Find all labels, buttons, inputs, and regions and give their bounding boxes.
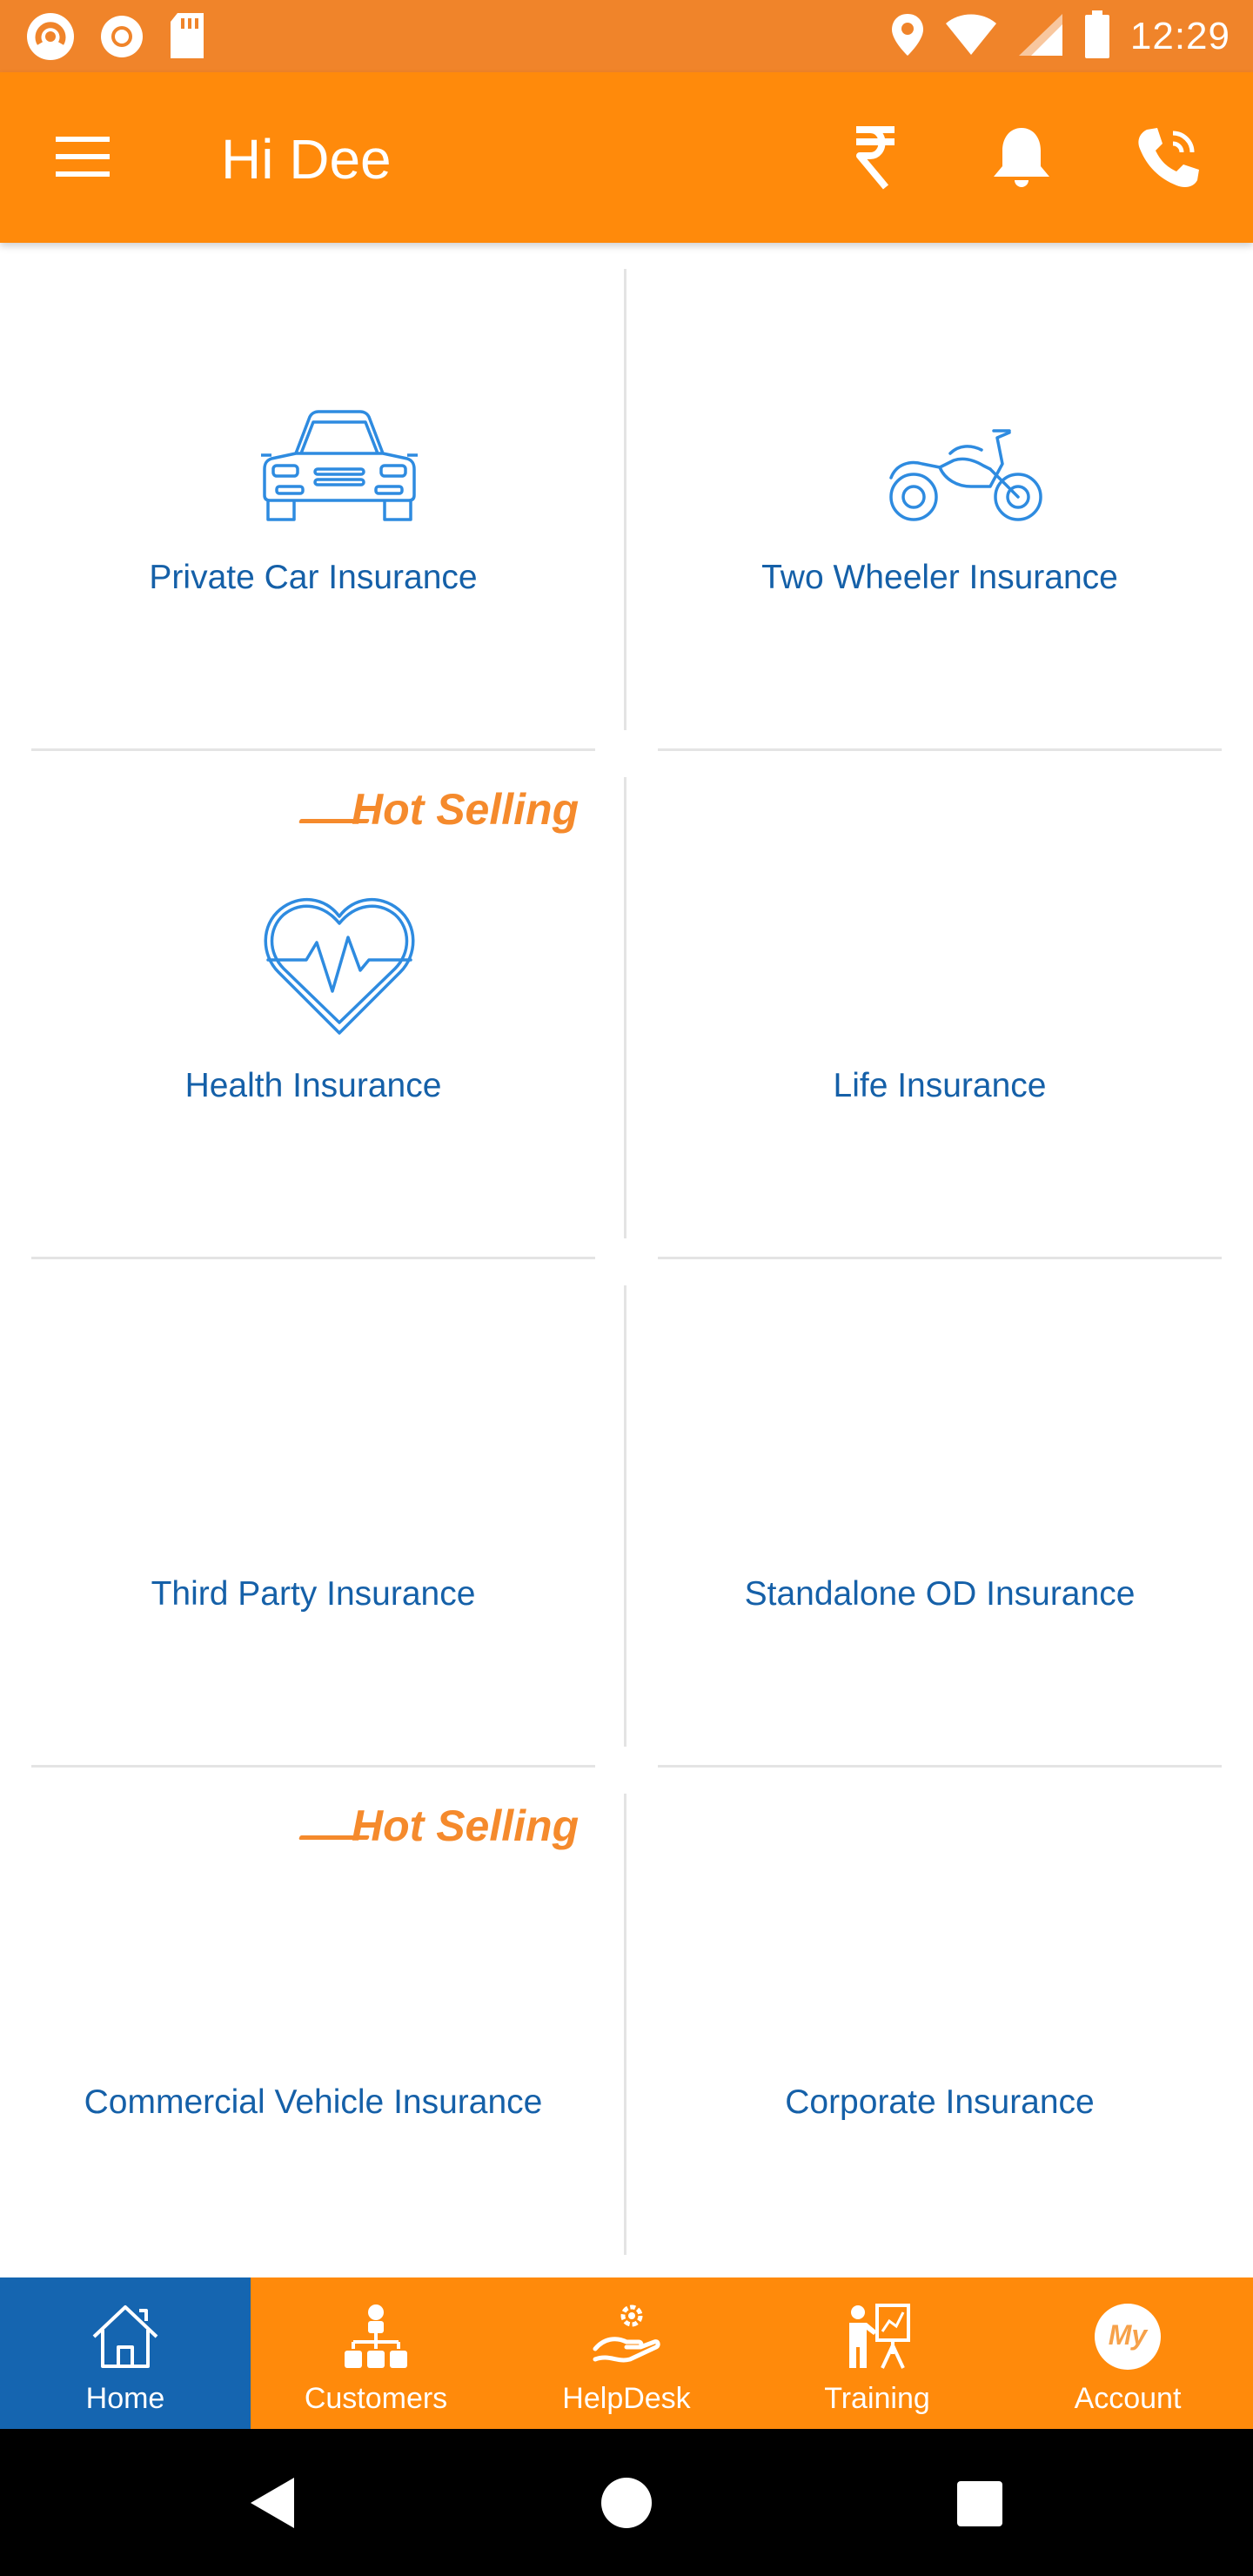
- nav-home[interactable]: Home: [0, 2277, 251, 2429]
- home-circle-icon[interactable]: [587, 2464, 666, 2542]
- hot-selling-badge: Hot Selling: [352, 785, 580, 834]
- tile-label: Health Insurance: [184, 1067, 442, 1104]
- account-badge-text: My: [1108, 2319, 1148, 2351]
- sd-card-icon: [167, 11, 207, 66]
- bell-icon[interactable]: [985, 121, 1058, 194]
- motorcycle-icon: [888, 426, 1044, 556]
- divider: [658, 748, 1222, 751]
- system-nav-bar: [0, 2429, 1253, 2576]
- divider: [31, 1765, 595, 1768]
- battery-icon: [1083, 10, 1111, 64]
- page-title: Hi Dee: [221, 128, 392, 191]
- car-icon: [261, 408, 418, 539]
- clock-time: 12:29: [1129, 15, 1230, 57]
- nav-training[interactable]: Training: [752, 2277, 1002, 2429]
- tile-label: Life Insurance: [833, 1067, 1047, 1104]
- hierarchy-icon: [341, 2302, 411, 2371]
- tile-third-party-insurance[interactable]: Third Party Insurance: [31, 1285, 595, 1745]
- tile-life-insurance[interactable]: Life Insurance: [658, 777, 1222, 1237]
- nav-account[interactable]: My Account: [1002, 2277, 1253, 2429]
- nav-label: Account: [1074, 2382, 1182, 2415]
- back-icon[interactable]: [235, 2464, 313, 2542]
- nav-label: Customers: [304, 2382, 448, 2415]
- helpdesk-icon: [592, 2302, 661, 2371]
- location-icon: [890, 12, 925, 62]
- divider: [31, 748, 595, 751]
- divider: [624, 269, 626, 730]
- phone-icon[interactable]: [1131, 121, 1204, 194]
- tile-label: Commercial Vehicle Insurance: [84, 2083, 543, 2121]
- tile-label: Standalone OD Insurance: [744, 1575, 1136, 1613]
- tile-label: Private Car Insurance: [149, 559, 478, 596]
- tile-private-car-insurance[interactable]: Private Car Insurance: [31, 269, 595, 728]
- divider: [31, 1257, 595, 1259]
- insurance-grid: Private Car Insurance Two Wheeler Insura…: [0, 243, 1253, 2277]
- divider: [658, 1257, 1222, 1259]
- rupee-icon[interactable]: [839, 121, 912, 194]
- tile-corporate-insurance[interactable]: Corporate Insurance: [658, 1794, 1222, 2253]
- tile-health-insurance[interactable]: Hot Selling Health Insurance: [31, 777, 595, 1237]
- wifi-icon: [944, 13, 998, 61]
- signal-icon: [1017, 12, 1064, 62]
- tile-two-wheeler-insurance[interactable]: Two Wheeler Insurance: [658, 269, 1222, 728]
- nav-helpdesk[interactable]: HelpDesk: [501, 2277, 752, 2429]
- tile-label: Corporate Insurance: [785, 2083, 1095, 2121]
- status-bar: 12:29: [0, 0, 1253, 72]
- heart-pulse-icon: [261, 890, 418, 1035]
- home-icon: [90, 2302, 160, 2371]
- nav-label: Training: [824, 2382, 930, 2415]
- tile-standalone-od-insurance[interactable]: Standalone OD Insurance: [658, 1285, 1222, 1745]
- hot-selling-badge: Hot Selling: [352, 1801, 580, 1850]
- divider: [624, 777, 626, 1238]
- recents-icon[interactable]: [940, 2464, 1018, 2542]
- tile-label: Two Wheeler Insurance: [761, 559, 1118, 596]
- training-icon: [842, 2302, 912, 2371]
- record-icon: [97, 12, 146, 65]
- divider: [624, 1285, 626, 1747]
- tile-commercial-vehicle-insurance[interactable]: Hot Selling Commercial Vehicle Insurance: [31, 1794, 595, 2253]
- my-account-icon: My: [1093, 2302, 1163, 2371]
- tile-label: Third Party Insurance: [151, 1575, 476, 1613]
- nav-customers[interactable]: Customers: [251, 2277, 501, 2429]
- nav-label: Home: [85, 2382, 165, 2415]
- bottom-nav: Home Customers HelpDesk Training My Acco…: [0, 2277, 1253, 2429]
- divider: [624, 1794, 626, 2255]
- divider: [658, 1765, 1222, 1768]
- app-notification-icon: [24, 10, 77, 67]
- nav-label: HelpDesk: [562, 2382, 691, 2415]
- app-bar: Hi Dee: [0, 72, 1253, 243]
- menu-icon[interactable]: [52, 133, 113, 182]
